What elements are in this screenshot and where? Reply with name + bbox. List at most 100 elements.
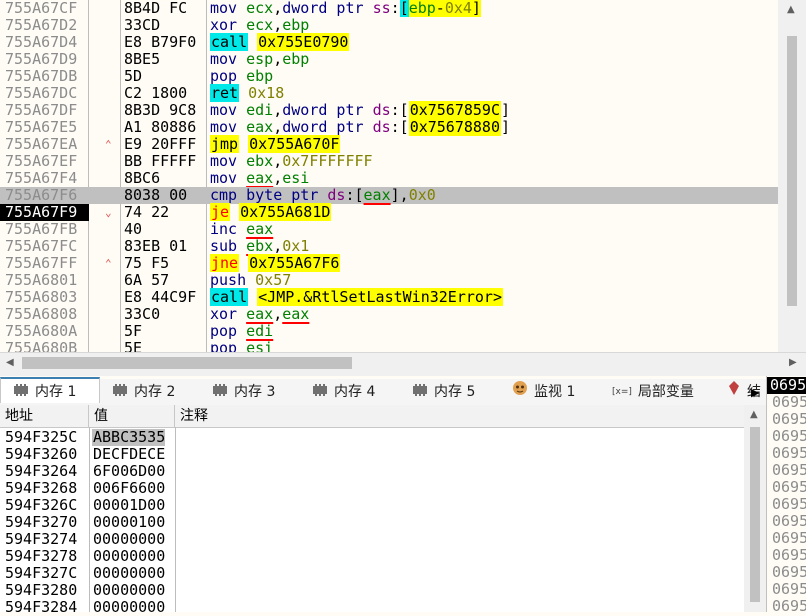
instruction-address[interactable]: 755A67F9 [0, 204, 89, 221]
disasm-row[interactable]: 755A680A 5F pop edi [0, 323, 778, 340]
scroll-right-arrow-icon[interactable]: ▶ [789, 357, 797, 368]
dump-address[interactable]: 594F326C [5, 497, 77, 514]
instruction-text[interactable]: mov eax,dword ptr ds:[0x75678880] [210, 118, 510, 136]
instruction-text[interactable]: push 0x57 [210, 272, 291, 289]
dump-row[interactable]: 594F3270 00000100 [0, 514, 744, 531]
header-value[interactable]: 值 [89, 405, 175, 427]
disasm-row[interactable]: 755A6808 33C0 xor eax,eax [0, 306, 778, 323]
dump-row[interactable]: 594F3264 6F006D00 [0, 463, 744, 480]
dump-row[interactable]: 594F3280 00000000 [0, 582, 744, 599]
dump-row[interactable]: 594F3284 00000000 [0, 599, 744, 616]
stack-row[interactable]: 0695 [772, 479, 806, 496]
instruction-address[interactable]: 755A67D2 [5, 17, 117, 34]
tab-overflow-arrow-icon[interactable]: ▶ [751, 386, 759, 399]
instruction-address[interactable]: 755A67D4 [5, 34, 117, 51]
dump-address[interactable]: 594F3268 [5, 480, 77, 497]
tab-4[interactable]: 内存 4 [300, 379, 400, 405]
instruction-address[interactable]: 755A67DF [5, 102, 117, 119]
instruction-text[interactable]: je 0x755A681D [210, 203, 332, 221]
stack-row[interactable]: 0695 [772, 547, 806, 564]
scrollbar-thumb[interactable] [787, 36, 797, 306]
scroll-left-arrow-icon[interactable]: ◀ [6, 357, 14, 368]
dump-value[interactable]: 00000000 [92, 548, 165, 565]
tab-1[interactable]: 内存 1 [0, 377, 100, 403]
dump-address[interactable]: 594F3280 [5, 582, 77, 599]
dump-row[interactable]: 594F3260 DECFDECE [0, 446, 744, 463]
instruction-text[interactable]: mov edi,dword ptr ds:[0x7567859C] [210, 101, 510, 119]
dump-value[interactable]: 00000000 [92, 599, 165, 616]
stack-row[interactable]: 0695 [772, 462, 806, 479]
dump-row[interactable]: 594F326C 00001D00 [0, 497, 744, 514]
scrollbar-thumb[interactable] [22, 357, 352, 369]
stack-row[interactable]: 0695 [772, 564, 806, 581]
dump-address[interactable]: 594F3278 [5, 548, 77, 565]
dump-row[interactable]: 594F3278 00000000 [0, 548, 744, 565]
stack-row[interactable]: 0695 [772, 445, 806, 462]
instruction-address[interactable]: 755A6808 [5, 306, 117, 323]
instruction-text[interactable]: ret 0x18 [210, 84, 284, 102]
dump-address[interactable]: 594F325C [5, 429, 77, 446]
instruction-address[interactable]: 755A67EA [5, 136, 117, 153]
disasm-row[interactable]: 755A67D4 E8 B79F0 call 0x755E0790 [0, 33, 778, 51]
instruction-address[interactable]: 755A680B [5, 340, 117, 353]
disasm-row[interactable]: 755A67DB 5D pop ebp [0, 68, 778, 85]
stack-row[interactable]: 0695 [772, 496, 806, 513]
dump-value[interactable]: 00000000 [92, 582, 165, 599]
stack-row[interactable]: 0695 [772, 394, 806, 411]
instruction-address[interactable]: 755A6803 [5, 289, 117, 306]
instruction-address[interactable]: 755A67F4 [5, 170, 117, 187]
disasm-row[interactable]: 755A67FB 40 inc eax [0, 221, 778, 238]
disasm-row[interactable]: 755A67DF 8B3D 9C8 mov edi,dword ptr ds:[0x… [0, 101, 778, 119]
disassembly-view[interactable]: 755A67CF 8B4D FC mov ecx,dword ptr ss:[ebp… [0, 0, 778, 352]
instruction-address[interactable]: 755A67D9 [5, 51, 117, 68]
dump-address[interactable]: 594F3260 [5, 446, 77, 463]
disasm-row[interactable]: 755A67E5 A1 80886 mov eax,dword ptr ds:[0x… [0, 118, 778, 136]
instruction-text[interactable]: xor ecx,ebp [210, 17, 309, 34]
instruction-text[interactable]: jne 0x755A67F6 [210, 254, 341, 272]
scrollbar-thumb[interactable] [750, 427, 760, 602]
disasm-row[interactable]: 755A67F4 8BC6 mov eax,esi [0, 170, 778, 187]
stack-row[interactable]: 0695 [772, 530, 806, 547]
instruction-text[interactable]: mov esp,ebp [210, 51, 309, 68]
instruction-text[interactable]: call <JMP.&RtlSetLastWin32Error> [210, 288, 503, 306]
stack-row[interactable]: 0695 [767, 377, 806, 394]
dump-row[interactable]: 594F3268 006F6600 [0, 480, 744, 497]
tab-3[interactable]: 内存 3 [200, 379, 300, 405]
dump-value[interactable]: 00000000 [92, 531, 165, 548]
dump-value[interactable]: 00000000 [92, 565, 165, 582]
disasm-row[interactable]: 755A67EA ⌃ E9 20FFF jmp 0x755A670F [0, 135, 778, 153]
stack-row[interactable]: 0695 [772, 411, 806, 428]
tab-6[interactable]: 监视 1 [500, 379, 600, 405]
instruction-address[interactable]: 755A67FB [5, 221, 117, 238]
disasm-row[interactable]: 755A67D2 33CD xor ecx,ebp [0, 17, 778, 34]
instruction-text[interactable]: xor eax,eax [210, 306, 309, 323]
dump-value[interactable]: 6F006D00 [92, 463, 165, 480]
dump-value[interactable]: DECFDECE [92, 446, 165, 463]
dump-value[interactable]: 006F6600 [92, 480, 165, 497]
instruction-address[interactable]: 755A67DB [5, 68, 117, 85]
disasm-row[interactable]: 755A67EF BB FFFFF mov ebx,0x7FFFFFFF [0, 153, 778, 170]
disasm-row[interactable]: 755A67FF ⌃ 75 F5 jne 0x755A67F6 [0, 254, 778, 272]
dump-row[interactable]: 594F325C ABBC3535 [0, 429, 744, 446]
tab-5[interactable]: 内存 5 [400, 379, 500, 405]
stack-row[interactable]: 0695 [772, 428, 806, 445]
scroll-up-arrow-icon[interactable]: ▲ [750, 409, 758, 420]
scroll-up-arrow-icon[interactable]: ▲ [787, 4, 795, 15]
disasm-row[interactable]: 755A67F6 8038 00 cmp byte ptr ds:[eax],0x0 [0, 187, 778, 204]
dump-address[interactable]: 594F3270 [5, 514, 77, 531]
instruction-address[interactable]: 755A67DC [5, 85, 117, 102]
instruction-text[interactable]: jmp 0x755A670F [210, 135, 341, 153]
dump-row[interactable]: 594F327C 00000000 [0, 565, 744, 582]
instruction-text[interactable]: inc eax [210, 221, 273, 238]
instruction-address[interactable]: 755A680A [5, 323, 117, 340]
dump-value[interactable]: ABBC3535 [92, 429, 166, 446]
instruction-text[interactable]: pop edi [210, 323, 273, 340]
instruction-address[interactable]: 755A67F6 [5, 187, 117, 204]
instruction-address[interactable]: 755A67FF [5, 255, 117, 272]
instruction-text[interactable]: sub ebx,0x1 [210, 238, 309, 255]
disasm-vertical-scrollbar[interactable]: ▲ [778, 0, 806, 352]
dump-address[interactable]: 594F3274 [5, 531, 77, 548]
instruction-address[interactable]: 755A67EF [5, 153, 117, 170]
stack-row[interactable]: 0695 [772, 598, 806, 613]
stack-row[interactable]: 0695 [772, 581, 806, 598]
